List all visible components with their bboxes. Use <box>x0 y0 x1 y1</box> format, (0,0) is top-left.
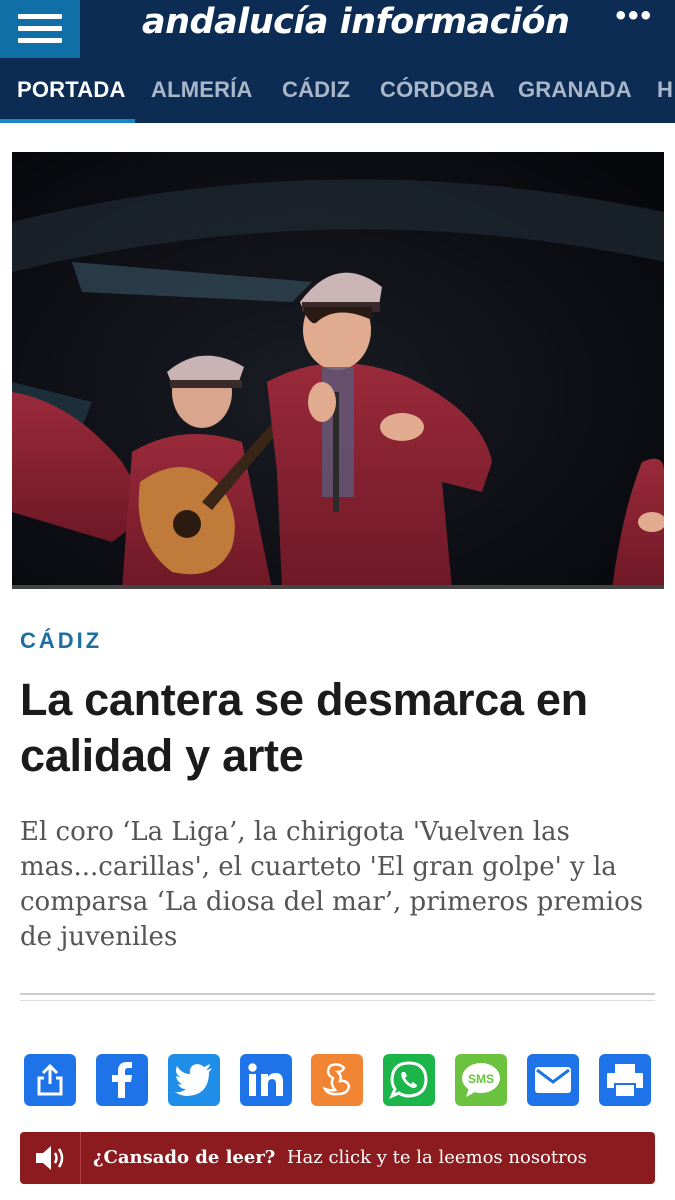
meneame-share-button[interactable] <box>311 1054 363 1106</box>
nav-item-portada[interactable]: PORTADA <box>17 58 126 123</box>
facebook-share-button[interactable] <box>96 1054 148 1106</box>
hero-photo-illustration <box>12 152 664 589</box>
whatsapp-share-button[interactable] <box>383 1054 435 1106</box>
printer-icon <box>607 1064 643 1096</box>
email-share-button[interactable] <box>527 1054 579 1106</box>
nav-item-cadiz[interactable]: CÁDIZ <box>282 58 350 123</box>
share-button[interactable] <box>24 1054 76 1106</box>
sms-share-button[interactable]: SMS <box>455 1054 507 1106</box>
hamburger-icon <box>18 14 62 44</box>
speaker-icon <box>20 1132 81 1184</box>
site-logo[interactable]: andalucía información <box>142 0 570 48</box>
hero-image[interactable] <box>12 152 664 589</box>
hero-bottom-edge <box>12 585 664 589</box>
menu-button[interactable] <box>0 0 80 58</box>
article-headline: La cantera se desmarca en calidad y arte <box>20 674 588 781</box>
twitter-share-button[interactable] <box>168 1054 220 1106</box>
nav-item-almeria[interactable]: ALMERÍA <box>151 58 253 123</box>
nav-active-indicator <box>0 119 135 123</box>
print-button[interactable] <box>599 1054 651 1106</box>
text-to-speech-bar[interactable]: ¿Cansado de leer? Haz click y te la leem… <box>20 1132 655 1184</box>
more-options-icon[interactable]: ••• <box>615 1 653 31</box>
top-bar: andalucía información ••• <box>0 0 675 58</box>
nav-item-cordoba[interactable]: CÓRDOBA <box>380 58 495 123</box>
whatsapp-icon <box>389 1061 428 1099</box>
svg-text:SMS: SMS <box>468 1072 494 1086</box>
article-section-label[interactable]: CÁDIZ <box>20 628 102 654</box>
twitter-icon <box>175 1064 212 1096</box>
listen-prompt: ¿Cansado de leer? Haz click y te la leem… <box>93 1132 587 1184</box>
listen-prompt-text: Haz click y te la leemos nosotros <box>286 1147 587 1168</box>
section-nav: PORTADA ALMERÍA CÁDIZ CÓRDOBA GRANADA H <box>0 58 675 123</box>
sms-icon: SMS <box>462 1063 500 1097</box>
mail-icon <box>535 1067 571 1093</box>
linkedin-share-button[interactable] <box>240 1054 292 1106</box>
meneame-icon <box>322 1063 351 1096</box>
divider <box>20 993 655 1001</box>
share-icon <box>37 1064 63 1096</box>
linkedin-icon <box>248 1063 283 1096</box>
nav-item-huelva[interactable]: H <box>657 58 673 123</box>
article-subtitle: El coro ‘La Liga’, la chirigota 'Vuelven… <box>20 817 644 952</box>
nav-item-granada[interactable]: GRANADA <box>518 58 632 123</box>
listen-prompt-bold: ¿Cansado de leer? <box>93 1147 276 1168</box>
facebook-icon <box>112 1062 132 1098</box>
